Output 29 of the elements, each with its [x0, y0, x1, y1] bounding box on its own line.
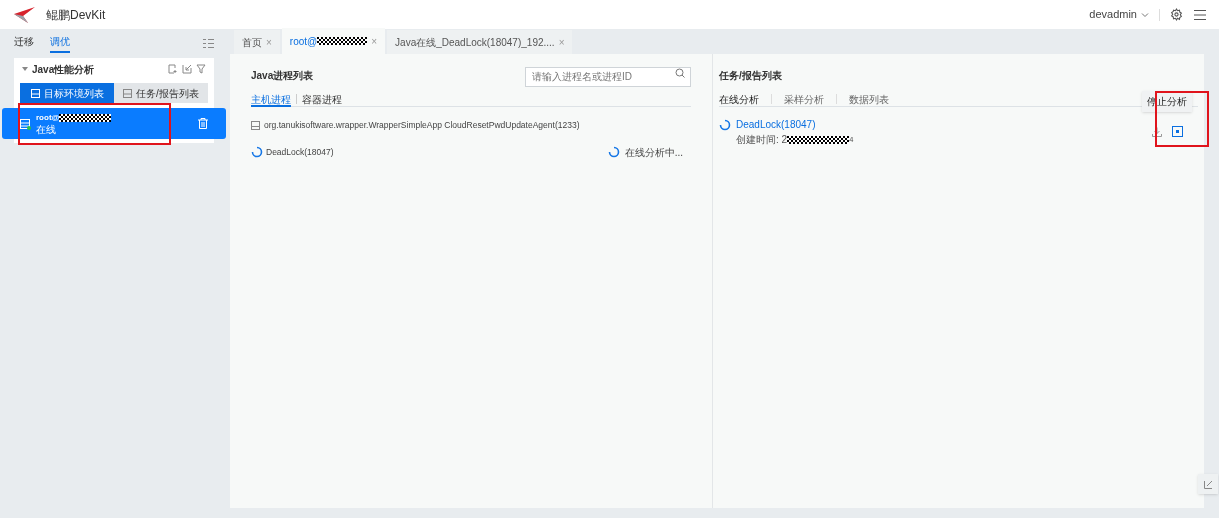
process-tab[interactable]: 容器进程: [302, 91, 342, 107]
target-item[interactable]: root@ 在线: [2, 108, 226, 139]
target-name: root@: [36, 111, 60, 124]
process-status: 在线分析中...: [624, 145, 683, 160]
module-tab[interactable]: 调优: [50, 34, 70, 53]
process-name: org.tanukisoftware.wrapper.WrapperSimpleApp CloudResetPwdUpdateAgent(1233): [264, 119, 580, 132]
task-tab[interactable]: 在线分析: [719, 91, 759, 107]
app-name: 鲲鹏DevKit: [46, 6, 106, 24]
page-tab[interactable]: Java在线_DeadLock(18047)_192.... ×: [387, 30, 573, 54]
tab-label: 首页: [242, 35, 262, 50]
task-tab[interactable]: 采样分析: [784, 91, 824, 107]
user-menu[interactable]: devadmin: [1089, 6, 1149, 23]
section-title: Java性能分析: [32, 62, 95, 77]
view-toggle[interactable]: 任务/报告列表: [114, 83, 208, 103]
panel-title: 任务/报告列表: [719, 68, 782, 83]
process-name: DeadLock(18047): [266, 145, 334, 159]
page-tab[interactable]: 首页 ×: [234, 30, 280, 54]
tab-label: Java在线_DeadLock(18047)_192....: [395, 35, 555, 50]
view-toggle[interactable]: 目标环境列表: [20, 83, 114, 103]
task-tab[interactable]: 数据列表: [849, 91, 889, 107]
target-status: 在线: [36, 123, 57, 136]
tab-label: root@: [289, 34, 318, 49]
process-tab[interactable]: 主机进程: [251, 91, 291, 107]
page-tab[interactable]: root@ ×: [281, 28, 386, 54]
module-tab[interactable]: 迁移: [14, 34, 34, 53]
created-time: 创建时间: 2: [736, 133, 788, 147]
task-name[interactable]: DeadLock(18047): [736, 117, 854, 132]
panel-title: Java进程列表: [251, 68, 314, 83]
search-field[interactable]: 请输入进程名或进程ID: [525, 66, 691, 87]
